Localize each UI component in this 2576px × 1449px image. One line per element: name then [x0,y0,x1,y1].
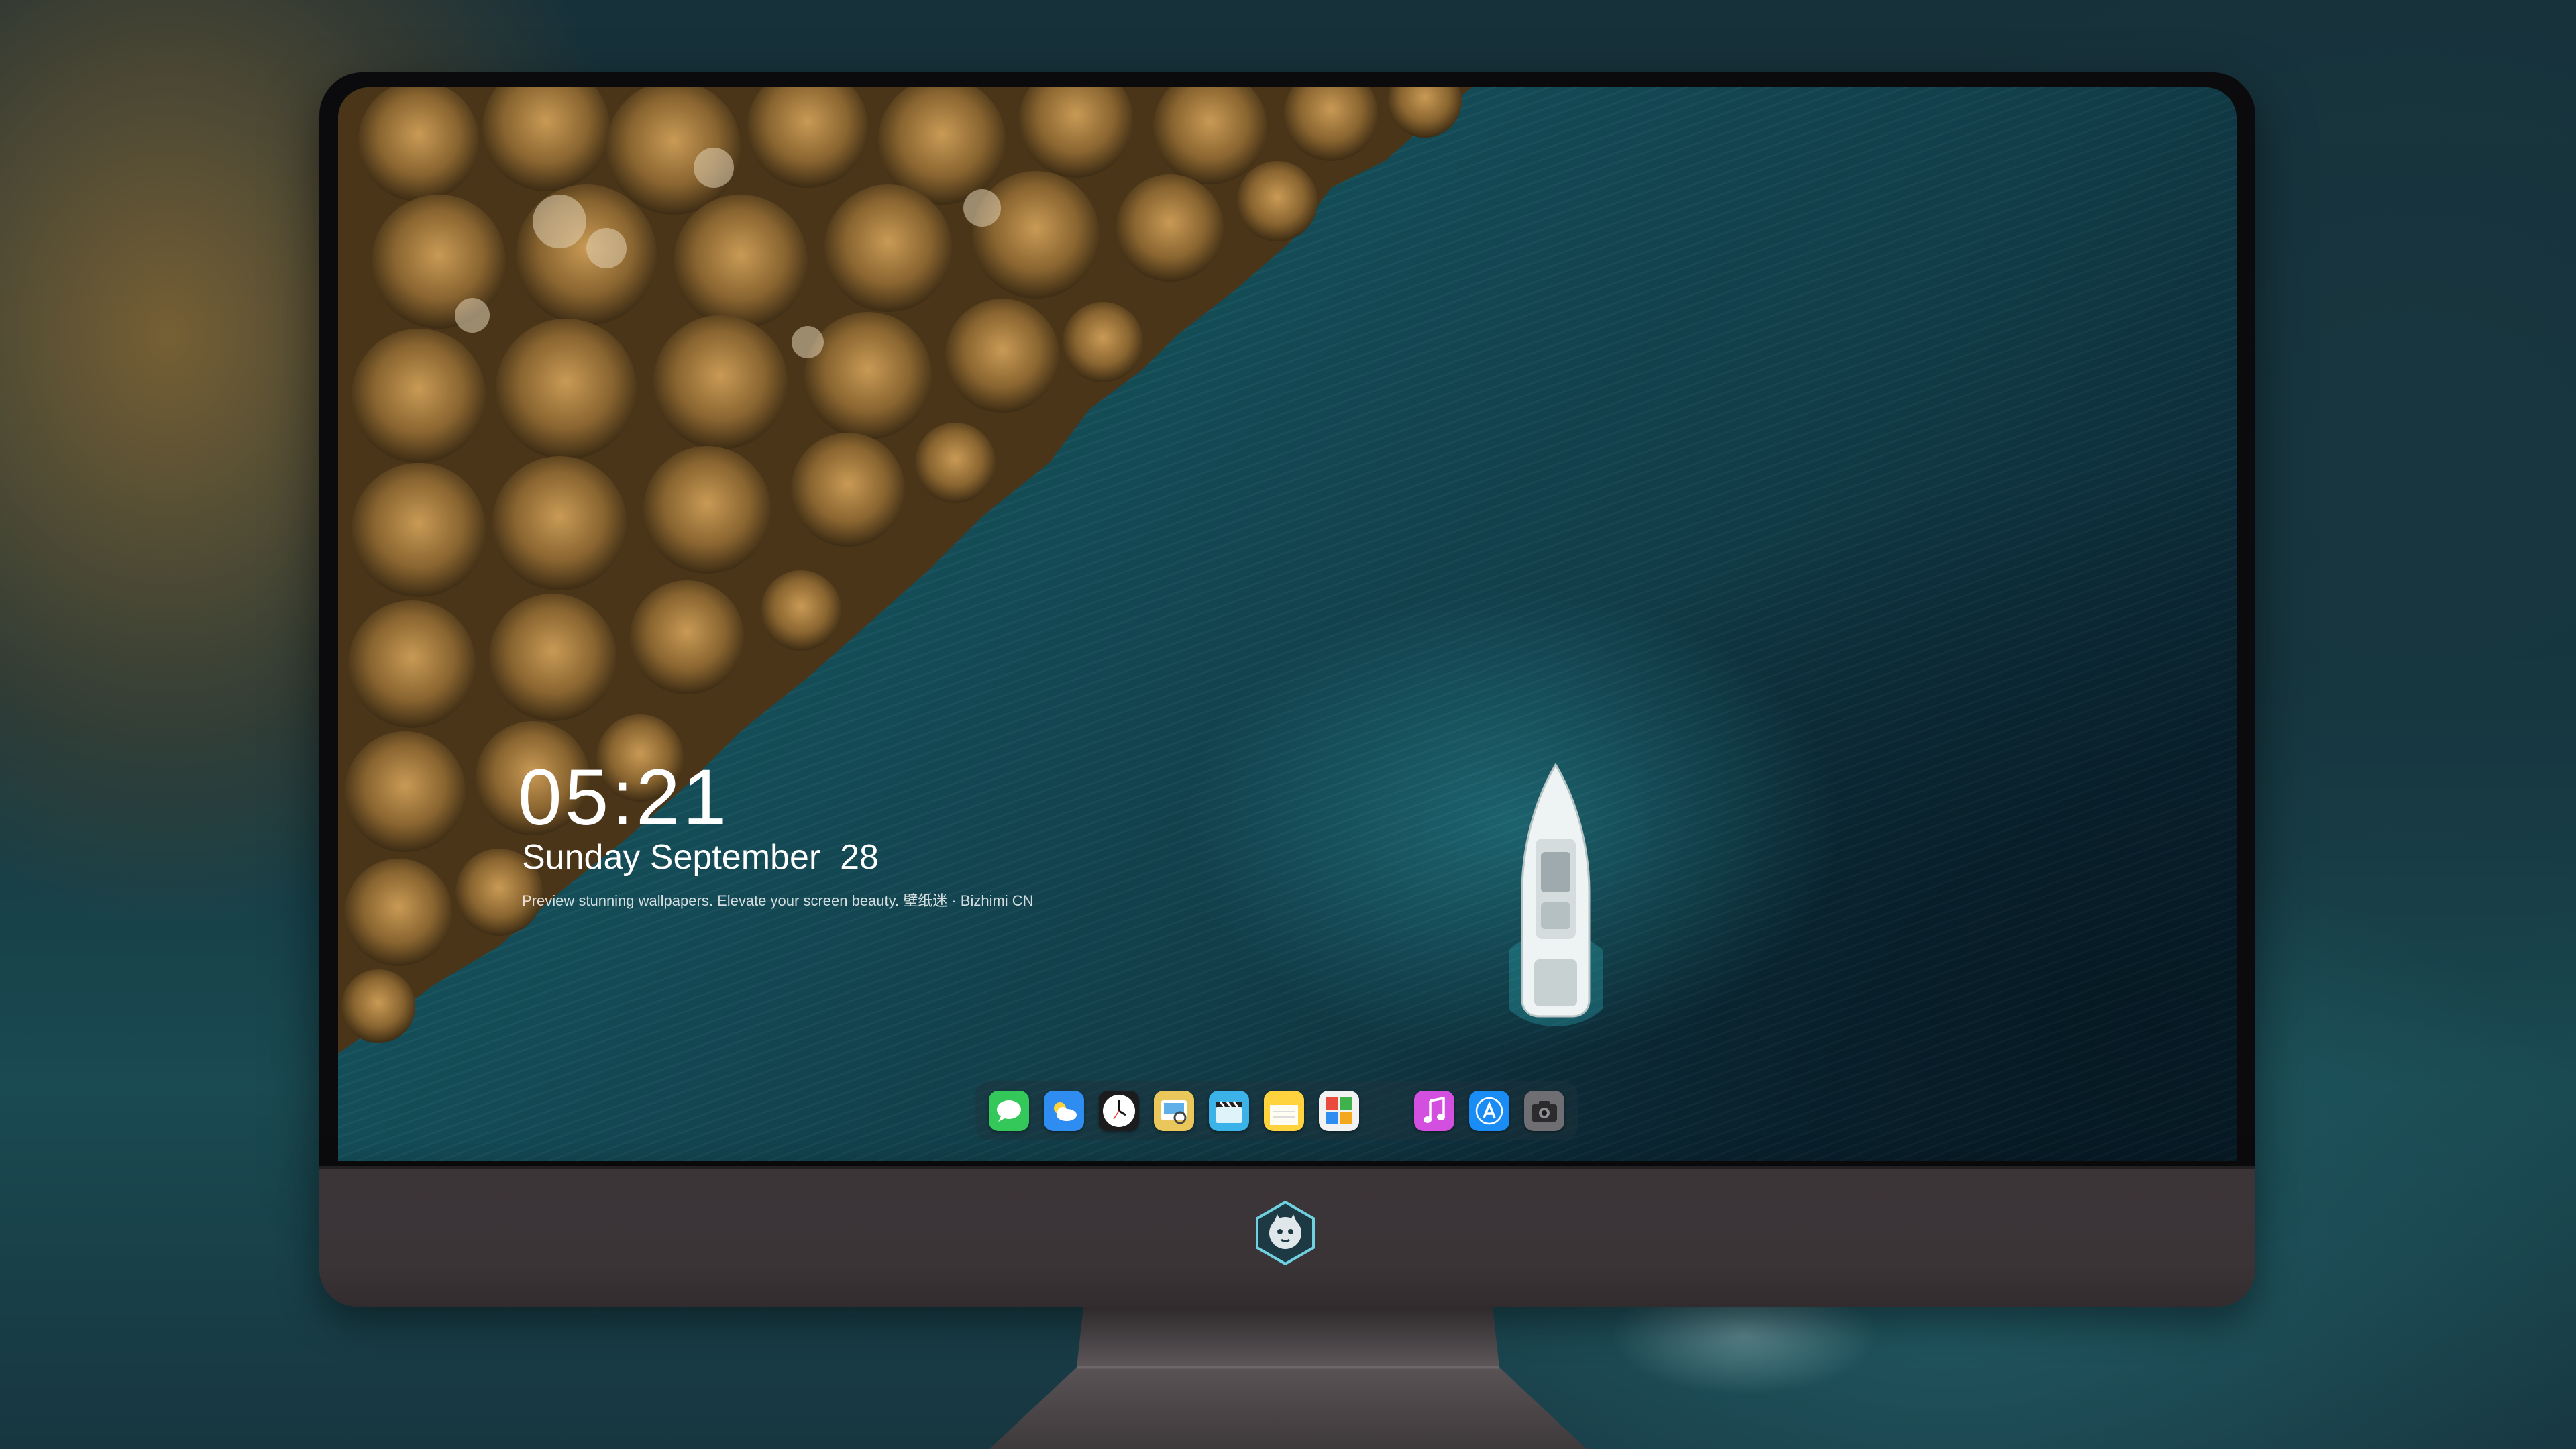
notes-icon [1270,1105,1298,1125]
desktop-screen: 05:21 Sunday September 28 Preview stunni… [338,87,2237,1161]
clapperboard-icon [1216,1101,1242,1123]
lock-date: Sunday September 28 [522,838,879,877]
dock-app-messages[interactable] [989,1091,1029,1131]
clock-icon [1103,1095,1135,1127]
dock-app-itunes[interactable] [1414,1091,1454,1131]
music-icon [1424,1097,1445,1123]
lock-clock: 05:21 [518,753,730,842]
dock-app-clock[interactable] [1099,1091,1139,1131]
messages-icon [997,1100,1021,1122]
dock-app-preview[interactable] [1154,1091,1194,1131]
monitor-stand [989,1307,1587,1449]
dock-app-weather[interactable] [1044,1091,1084,1131]
imac-monitor: 05:21 Sunday September 28 Preview stunni… [319,72,2255,1307]
app-store-icon [1475,1097,1503,1125]
preview-icon [1161,1100,1187,1124]
monitor-bezel: 05:21 Sunday September 28 Preview stunni… [319,72,2255,1166]
wallpaper-caption: Preview stunning wallpapers. Elevate you… [522,892,1034,909]
dock-app-app-store[interactable] [1469,1091,1509,1131]
dock-app-clips[interactable] [1209,1091,1249,1131]
brand-logo-icon [1256,1200,1315,1266]
chin-edge [319,1166,2255,1169]
photo-grid-icon [1326,1097,1352,1124]
dock [975,1081,1578,1140]
forest-shoreline [338,87,1472,1053]
camera-icon [1532,1101,1557,1122]
dock-app-photo-booth[interactable] [1319,1091,1359,1131]
weather-icon [1054,1102,1077,1121]
dock-app-notes[interactable] [1264,1091,1304,1131]
boat-image [1509,763,1603,1026]
dock-app-camera[interactable] [1524,1091,1564,1131]
